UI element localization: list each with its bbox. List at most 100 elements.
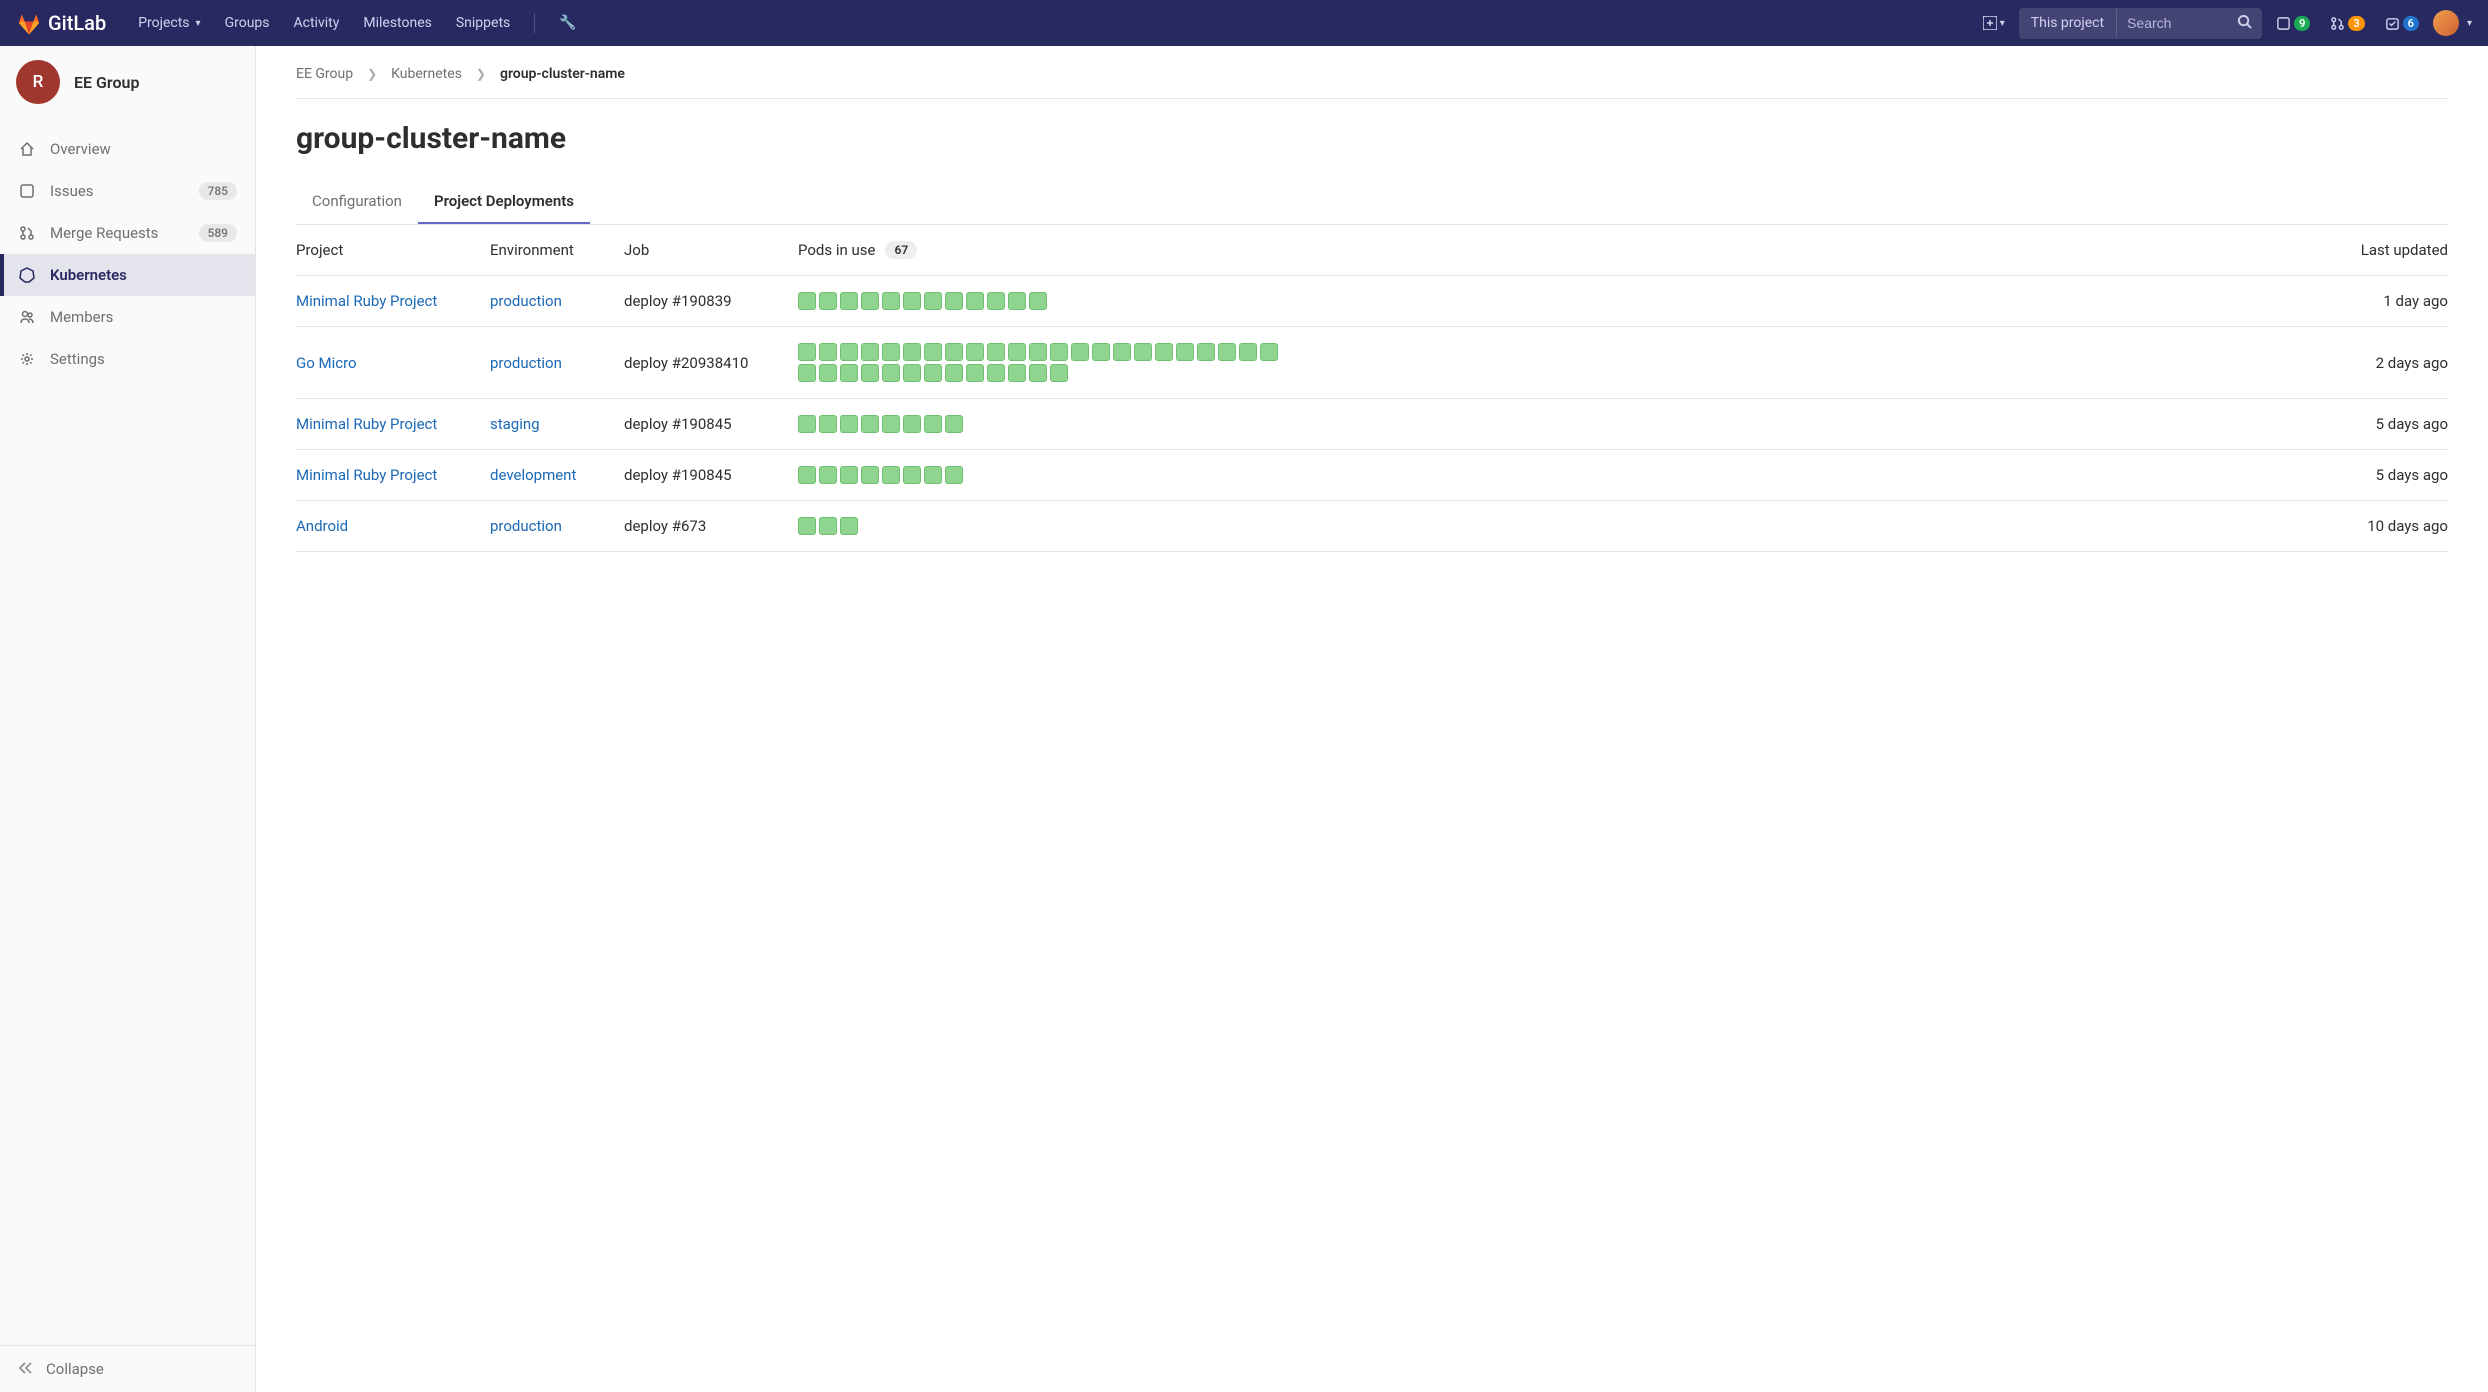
environment-link[interactable]: production: [490, 354, 620, 372]
sidebar-item-settings[interactable]: Settings: [0, 338, 255, 380]
pod-indicator: [1050, 364, 1068, 382]
sidebar-item-overview[interactable]: Overview: [0, 128, 255, 170]
sidebar-item-members[interactable]: Members: [0, 296, 255, 338]
sidebar-item-label: Settings: [50, 350, 105, 368]
pod-indicator: [903, 415, 921, 433]
environment-link[interactable]: staging: [490, 415, 620, 433]
pods-visualization: [798, 292, 1288, 310]
breadcrumb-item[interactable]: EE Group: [296, 66, 353, 82]
job-name: deploy #190845: [624, 415, 794, 433]
pod-indicator: [840, 364, 858, 382]
pod-indicator: [903, 343, 921, 361]
pod-indicator: [924, 364, 942, 382]
chevron-right-icon: ❯: [476, 67, 486, 81]
job-name: deploy #20938410: [624, 354, 794, 372]
sidebar-item-label: Kubernetes: [50, 266, 127, 284]
pod-indicator: [987, 343, 1005, 361]
pod-indicator: [1029, 292, 1047, 310]
pod-indicator: [840, 343, 858, 361]
nav-groups[interactable]: Groups: [213, 15, 282, 31]
project-link[interactable]: Go Micro: [296, 354, 486, 372]
sidebar-item-merge-requests[interactable]: Merge Requests 589: [0, 212, 255, 254]
badge: 6: [2403, 16, 2419, 31]
table-row: Minimal Ruby Project staging deploy #190…: [296, 399, 2448, 450]
project-link[interactable]: Minimal Ruby Project: [296, 415, 486, 433]
breadcrumb-item-current: group-cluster-name: [500, 66, 625, 82]
sidebar-item-kubernetes[interactable]: Kubernetes: [0, 254, 255, 296]
breadcrumb-item[interactable]: Kubernetes: [391, 66, 462, 82]
nav-projects[interactable]: Projects ▾: [126, 15, 212, 31]
col-environment: Environment: [490, 241, 620, 259]
pod-indicator: [924, 415, 942, 433]
sidebar-item-label: Merge Requests: [50, 224, 158, 242]
environment-link[interactable]: production: [490, 292, 620, 310]
pod-indicator: [882, 466, 900, 484]
nav-mr-counter[interactable]: 3: [2324, 12, 2370, 35]
nav-activity[interactable]: Activity: [282, 15, 352, 31]
pod-indicator: [1134, 343, 1152, 361]
search-container: This project: [2019, 8, 2262, 39]
pod-indicator: [1239, 343, 1257, 361]
project-link[interactable]: Minimal Ruby Project: [296, 466, 486, 484]
pod-indicator: [1113, 343, 1131, 361]
pod-indicator: [1092, 343, 1110, 361]
pod-indicator: [966, 292, 984, 310]
pod-indicator: [798, 466, 816, 484]
pod-indicator: [882, 415, 900, 433]
pod-indicator: [945, 466, 963, 484]
user-avatar[interactable]: [2433, 10, 2459, 36]
pod-indicator: [1029, 343, 1047, 361]
chevron-down-icon: ▾: [196, 18, 201, 29]
deployments-table: Project Environment Job Pods in use 67 L…: [296, 225, 2448, 552]
nav-issues-counter[interactable]: 9: [2270, 12, 2316, 35]
gitlab-logo[interactable]: GitLab: [16, 10, 106, 36]
admin-wrench-icon[interactable]: 🔧: [547, 15, 588, 31]
collapse-sidebar[interactable]: Collapse: [0, 1345, 255, 1392]
sidebar: R EE Group Overview Issues 785 Merge Req…: [0, 46, 256, 1392]
sidebar-item-issues[interactable]: Issues 785: [0, 170, 255, 212]
issues-icon: [2276, 16, 2291, 31]
pod-indicator: [1029, 364, 1047, 382]
search-input[interactable]: [2117, 9, 2227, 37]
chevron-down-icon[interactable]: ▾: [2467, 18, 2472, 29]
pod-indicator: [945, 364, 963, 382]
home-icon: [18, 141, 36, 157]
pod-indicator: [924, 292, 942, 310]
table-header: Project Environment Job Pods in use 67 L…: [296, 225, 2448, 276]
pod-indicator: [819, 343, 837, 361]
badge: 9: [2294, 16, 2310, 31]
pod-indicator: [861, 292, 879, 310]
pods-visualization: [798, 517, 1288, 535]
last-updated: 5 days ago: [2318, 466, 2448, 484]
pod-indicator: [798, 364, 816, 382]
environment-link[interactable]: production: [490, 517, 620, 535]
pod-indicator: [882, 364, 900, 382]
table-row: Go Micro production deploy #20938410 2 d…: [296, 327, 2448, 399]
sidebar-header[interactable]: R EE Group: [0, 46, 255, 118]
pod-indicator: [840, 466, 858, 484]
search-icon[interactable]: [2227, 8, 2262, 39]
project-link[interactable]: Android: [296, 517, 486, 535]
table-row: Android production deploy #673 10 days a…: [296, 501, 2448, 552]
pod-indicator: [798, 517, 816, 535]
nav-snippets[interactable]: Snippets: [444, 15, 522, 31]
nav-milestones[interactable]: Milestones: [351, 15, 444, 31]
pod-indicator: [903, 364, 921, 382]
col-pods: Pods in use 67: [798, 241, 2314, 259]
issues-icon: [18, 183, 36, 199]
project-link[interactable]: Minimal Ruby Project: [296, 292, 486, 310]
search-scope[interactable]: This project: [2019, 9, 2117, 37]
divider: [534, 13, 535, 33]
job-name: deploy #190839: [624, 292, 794, 310]
environment-link[interactable]: development: [490, 466, 620, 484]
merge-request-icon: [2330, 16, 2345, 31]
todos-icon: [2385, 16, 2400, 31]
new-dropdown[interactable]: ▾: [1977, 12, 2011, 34]
pod-indicator: [819, 364, 837, 382]
tab-configuration[interactable]: Configuration: [296, 180, 418, 224]
nav-todos-counter[interactable]: 6: [2379, 12, 2425, 35]
pod-indicator: [1176, 343, 1194, 361]
pod-indicator: [1260, 343, 1278, 361]
tab-project-deployments[interactable]: Project Deployments: [418, 180, 590, 224]
pod-indicator: [819, 466, 837, 484]
